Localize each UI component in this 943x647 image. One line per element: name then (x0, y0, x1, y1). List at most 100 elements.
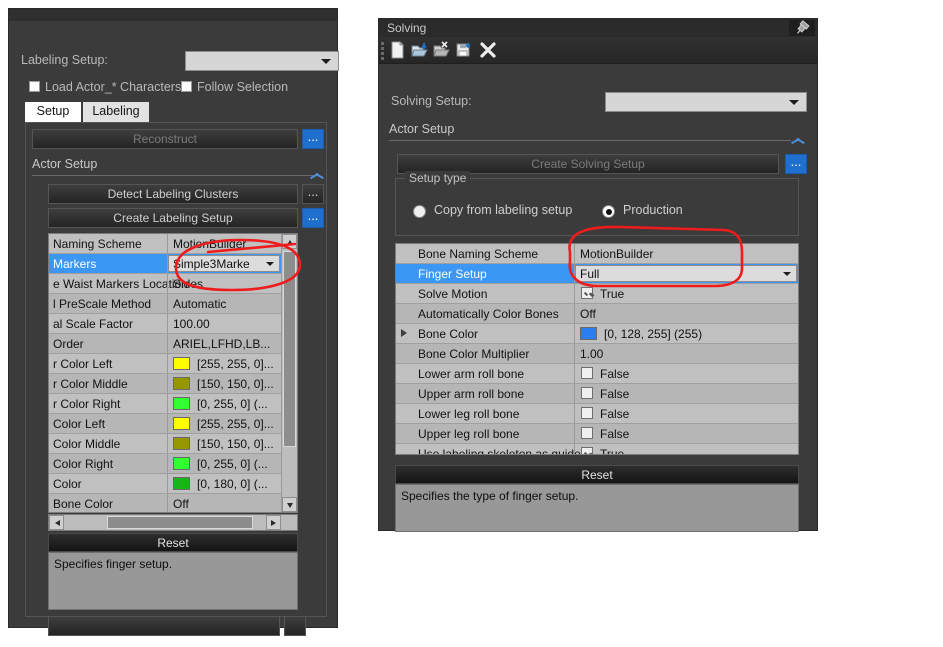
table-row[interactable]: e Waist Markers LocationSides (49, 274, 297, 294)
property-value-dropdown[interactable]: Simple3Marke (168, 255, 280, 272)
chevron-down-icon (783, 272, 791, 276)
scroll-left-button[interactable] (49, 515, 64, 530)
table-row[interactable]: Solve MotionTrue (396, 284, 798, 304)
detect-labeling-clusters-options-button[interactable]: ... (302, 184, 324, 204)
tab-setup[interactable]: Setup (25, 102, 81, 122)
create-solving-setup-options-button[interactable]: ... (785, 154, 807, 174)
color-swatch[interactable] (173, 477, 190, 490)
property-value-checkbox[interactable] (581, 367, 593, 379)
table-row[interactable]: MarkersSimple3Marke (49, 254, 297, 274)
property-value: [0, 255, 0] (... (197, 397, 268, 411)
column-divider (167, 454, 168, 473)
solving-setup-dropdown[interactable] (605, 92, 807, 112)
property-name: Lower arm roll bone (418, 367, 524, 381)
table-row[interactable]: Use labeling skeleton as guideTrue (396, 444, 798, 455)
scroll-right-button[interactable] (266, 515, 281, 530)
scroll-up-button[interactable] (282, 234, 297, 249)
property-value: False (600, 367, 629, 381)
left-panel-tabstrip: Setup Labeling (25, 102, 327, 122)
scroll-thumb-horizontal[interactable] (107, 516, 253, 529)
close-x-icon[interactable] (479, 41, 497, 59)
table-row[interactable]: Finger SetupFull (396, 264, 798, 284)
table-row[interactable]: Bone Color[0, 128, 255] (255) (396, 324, 798, 344)
detect-labeling-clusters-button[interactable]: Detect Labeling Clusters (48, 184, 298, 204)
table-row[interactable]: Upper leg roll boneFalse (396, 424, 798, 444)
color-swatch[interactable] (173, 357, 190, 370)
property-name: Color Middle (53, 437, 120, 451)
reconstruct-options-button[interactable]: ... (302, 129, 324, 149)
property-value-checkbox[interactable] (581, 447, 593, 455)
table-row[interactable]: al Scale Factor100.00 (49, 314, 297, 334)
property-value: [255, 255, 0]... (197, 417, 274, 431)
scroll-thumb[interactable] (283, 251, 296, 447)
property-value-checkbox[interactable] (581, 407, 593, 419)
left-grid-horizontal-scrollbar[interactable] (48, 514, 298, 531)
create-labeling-setup-options-button[interactable]: ... (302, 208, 324, 228)
property-value-checkbox[interactable] (581, 427, 593, 439)
color-swatch[interactable] (173, 437, 190, 450)
table-row[interactable]: Naming SchemeMotionBuilder (49, 234, 297, 254)
save-icon[interactable] (455, 41, 473, 59)
new-file-icon[interactable] (389, 41, 407, 59)
toolbar-gripper[interactable] (381, 42, 384, 58)
labeling-property-grid[interactable]: Naming SchemeMotionBuilderMarkersSimple3… (48, 233, 298, 513)
column-divider (167, 274, 168, 293)
color-swatch[interactable] (580, 327, 597, 340)
property-name: Bone Color (53, 497, 113, 511)
left-reset-button[interactable]: Reset (48, 533, 298, 552)
property-value: MotionBuilder (173, 237, 246, 251)
left-bottom-options-button[interactable] (284, 616, 306, 636)
table-row[interactable]: Color[0, 180, 0] (... (49, 474, 297, 494)
open-folder-icon[interactable] (411, 41, 429, 59)
table-row[interactable]: r Color Right[0, 255, 0] (... (49, 394, 297, 414)
color-swatch[interactable] (173, 377, 190, 390)
property-name: al Scale Factor (53, 317, 133, 331)
create-labeling-setup-button[interactable]: Create Labeling Setup (48, 208, 298, 228)
table-row[interactable]: OrderARIEL,LFHD,LB... (49, 334, 297, 354)
right-reset-button[interactable]: Reset (395, 465, 799, 484)
table-row[interactable]: Color Right[0, 255, 0] (... (49, 454, 297, 474)
color-swatch[interactable] (173, 397, 190, 410)
open-with-icon[interactable] (433, 41, 451, 59)
solving-property-grid[interactable]: Bone Naming SchemeMotionBuilderFinger Se… (395, 243, 799, 455)
chevron-up-icon[interactable] (791, 136, 804, 144)
left-bottom-action-button[interactable] (48, 616, 280, 636)
column-divider (574, 444, 575, 455)
load-actor-characters-checkbox[interactable]: Load Actor_* Characters (29, 80, 181, 94)
follow-selection-checkbox[interactable]: Follow Selection (181, 80, 288, 94)
table-row[interactable]: Upper arm roll boneFalse (396, 384, 798, 404)
expand-arrow-icon[interactable] (401, 329, 407, 337)
radio-production[interactable] (602, 205, 615, 218)
table-row[interactable]: Automatically Color BonesOff (396, 304, 798, 324)
property-value: True (600, 287, 624, 301)
radio-copy-from-labeling-setup[interactable] (413, 205, 426, 218)
property-value-checkbox[interactable] (581, 387, 593, 399)
color-swatch[interactable] (173, 457, 190, 470)
table-row[interactable]: Bone ColorOff (49, 494, 297, 513)
table-row[interactable]: Lower arm roll bone False (396, 364, 798, 384)
scroll-down-button[interactable] (282, 497, 297, 512)
chevron-up-icon[interactable] (310, 171, 323, 179)
table-row[interactable]: r Color Left[255, 255, 0]... (49, 354, 297, 374)
labeling-setup-dropdown[interactable] (185, 51, 339, 71)
column-divider (574, 424, 575, 443)
property-name: l PreScale Method (53, 297, 151, 311)
table-row[interactable]: r Color Middle[150, 150, 0]... (49, 374, 297, 394)
left-grid-vertical-scrollbar[interactable] (281, 234, 297, 512)
table-row[interactable]: Lower leg roll boneFalse (396, 404, 798, 424)
table-row[interactable]: l PreScale MethodAutomatic (49, 294, 297, 314)
property-value-dropdown[interactable]: Full (575, 265, 797, 282)
table-row[interactable]: Bone Color Multiplier1.00 (396, 344, 798, 364)
table-row[interactable]: Color Middle[150, 150, 0]... (49, 434, 297, 454)
property-grid-rows: Bone Naming SchemeMotionBuilderFinger Se… (396, 244, 798, 455)
column-divider (167, 314, 168, 333)
tab-labeling[interactable]: Labeling (83, 102, 149, 122)
property-value-checkbox[interactable] (581, 287, 593, 299)
reconstruct-button[interactable]: Reconstruct (32, 129, 298, 149)
solving-panel-title: Solving (387, 21, 426, 35)
column-divider (167, 334, 168, 353)
color-swatch[interactable] (173, 417, 190, 430)
table-row[interactable]: Color Left[255, 255, 0]... (49, 414, 297, 434)
pushpin-icon[interactable] (789, 20, 815, 36)
table-row[interactable]: Bone Naming SchemeMotionBuilder (396, 244, 798, 264)
